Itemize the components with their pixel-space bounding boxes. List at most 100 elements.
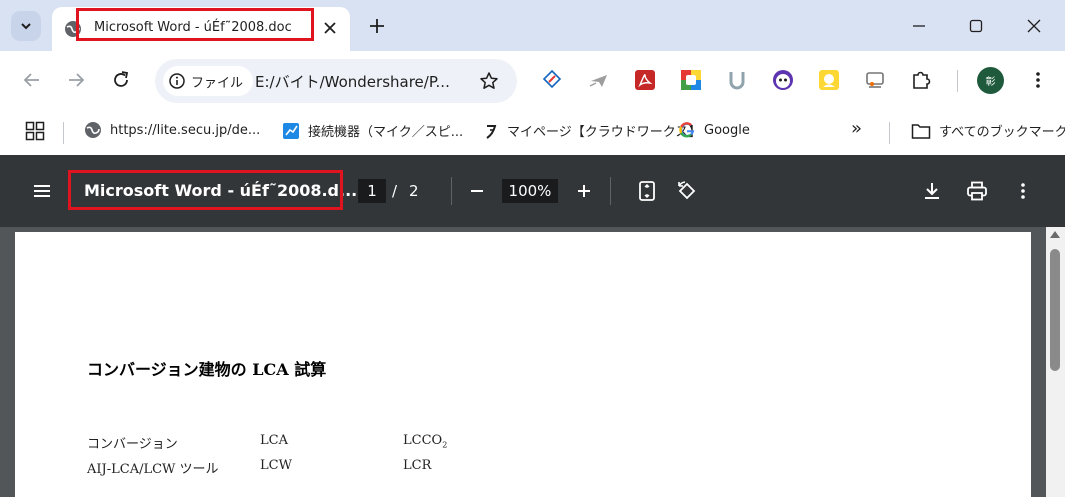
maximize-icon [969,19,983,33]
document-cell: LCR [403,458,432,473]
page-number-input[interactable]: 1 [358,179,386,203]
profile-avatar[interactable]: 彰 [977,67,1004,94]
bookmarks-divider [63,122,64,144]
ext-color-button[interactable] [679,68,703,92]
ext-u-icon [729,72,745,90]
document-cell: LCCO2 [403,433,447,450]
site-info-label: ファイル [191,75,244,91]
folder-icon [911,123,931,139]
bookmark-star-button[interactable] [477,69,501,93]
print-button[interactable] [963,177,991,205]
print-icon [967,181,987,201]
tab-title-highlight [76,8,314,41]
address-bar[interactable]: ファイル E:/バイト/Wondershare/P... [155,59,517,103]
maximize-button[interactable] [962,13,990,39]
bookmark-item[interactable]: 接続機器（マイク／スピ... [282,121,463,140]
plus-icon [370,19,384,33]
ext-code-button[interactable] [540,68,564,92]
ext-code-icon [542,69,562,89]
browser-menu-button[interactable] [1026,68,1050,92]
apps-button[interactable] [25,121,45,141]
bookmark-item[interactable]: Google [678,121,750,139]
pdf-canvas[interactable]: コンバージョン建物の LCA 試算 コンバージョン LCA LCCO2 AIJ-… [0,227,1065,497]
ext-color-icon [681,70,701,90]
plus-icon [578,185,590,197]
zoom-input[interactable]: 100% [502,179,558,203]
ext-face-icon [773,70,793,90]
document-heading: コンバージョン建物の LCA 試算 [87,360,327,379]
forward-button[interactable] [61,65,91,95]
kebab-menu-icon [1021,183,1025,199]
bookmark-item[interactable]: https://lite.secu.jp/de... [84,121,260,139]
tab-close-button[interactable] [320,18,340,38]
site-info-chip[interactable]: ファイル [163,66,254,96]
rotate-icon [678,181,696,200]
close-icon [1027,19,1041,33]
ext-plane-button[interactable] [587,68,611,92]
chart-icon [283,122,299,139]
document-cell: LCW [260,458,292,473]
kebab-menu-icon [1036,72,1040,88]
rotate-button[interactable] [673,177,701,205]
zoom-out-button[interactable] [463,177,491,205]
google-icon [679,122,695,138]
download-icon [925,183,939,199]
pdf-sidebar-button[interactable] [30,179,54,203]
info-icon [169,73,185,89]
tab-search-button[interactable] [11,11,41,41]
puzzle-icon [913,71,931,89]
extensions-button[interactable] [909,68,933,92]
document-cell: LCA [260,433,288,448]
bookmarks-bar: https://lite.secu.jp/de... 接続機器（マイク／スピ..… [0,111,1065,155]
globe-icon [85,122,101,138]
crowdworks-icon [486,124,497,139]
bookmark-label: https://lite.secu.jp/de... [110,122,261,138]
bookmarks-overflow-button[interactable]: » [851,118,862,139]
pdf-more-button[interactable] [1009,177,1037,205]
ext-chat-icon [819,70,839,90]
fit-to-page-button[interactable] [633,177,661,205]
all-bookmarks-label: すべてのブックマーク [939,125,1065,140]
ext-u-button[interactable] [725,68,749,92]
new-tab-button[interactable] [364,13,390,39]
scroll-up-arrow[interactable] [1050,231,1060,238]
ext-pdf-button[interactable] [633,68,657,92]
document-cell: AIJ-LCA/LCW ツール [87,462,219,477]
download-button[interactable] [918,177,946,205]
cell-text: LCCO [403,433,443,448]
back-button[interactable] [17,65,47,95]
bookmark-item[interactable]: マイページ【クラウドワークス】 [483,121,701,140]
zoom-in-button[interactable] [570,177,598,205]
browser-toolbar: ファイル E:/バイト/Wondershare/P... 彰 [0,51,1065,111]
apps-grid-icon [25,121,45,141]
ext-cast-button[interactable] [863,68,887,92]
bookmarks-divider [889,122,890,144]
chevron-down-icon [21,23,31,30]
all-bookmarks-button[interactable]: すべてのブックマーク [911,121,1065,140]
star-icon [480,72,498,89]
subscript: 2 [442,440,448,450]
scroll-thumb[interactable] [1050,249,1060,371]
document-cell: コンバージョン [87,437,178,452]
reload-button[interactable] [106,65,136,95]
arrow-left-icon [23,73,39,87]
minimize-button[interactable] [905,13,933,39]
close-icon [324,22,336,34]
close-window-button[interactable] [1020,13,1048,39]
toolbar-divider [451,177,452,205]
ext-face-button[interactable] [771,68,795,92]
ext-plane-icon [589,75,607,87]
toolbar-divider [957,70,958,92]
pdf-title-highlight [68,170,343,210]
pdf-icon [635,70,655,90]
bookmark-label: 接続機器（マイク／スピ... [308,125,464,140]
ext-chat-button[interactable] [817,68,841,92]
reload-icon [114,71,129,87]
ext-cast-icon [866,72,884,88]
page-total: 2 [409,182,419,200]
minimize-icon [913,25,925,27]
bookmark-label: マイページ【クラウドワークス】 [507,125,702,140]
fit-page-icon [639,181,655,201]
vertical-scrollbar[interactable] [1046,227,1065,497]
hamburger-menu-icon [34,185,50,197]
